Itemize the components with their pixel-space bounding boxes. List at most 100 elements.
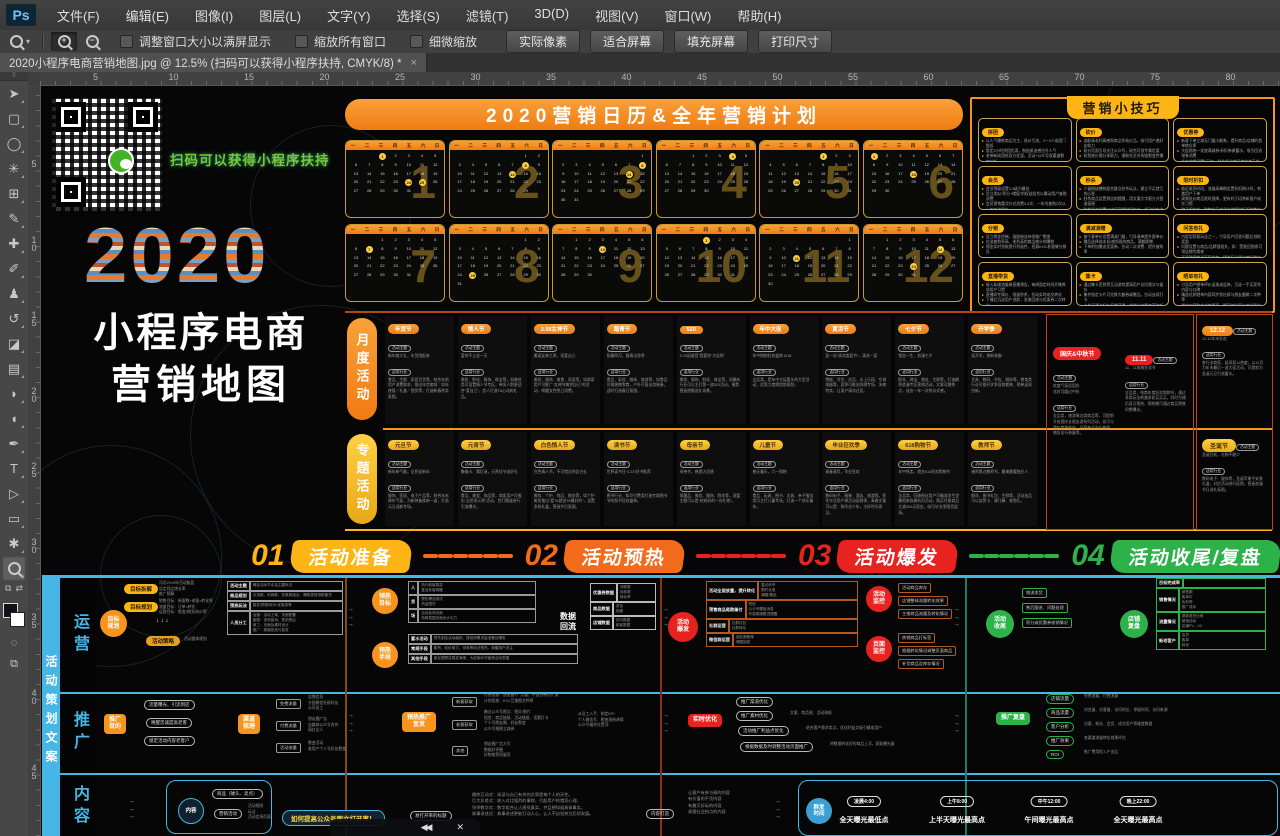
brush-tool[interactable]: ✐ — [2, 256, 26, 281]
bullet-text: 除了周年庆，购物节日也适合做限时折扣的集中推广引爆 — [1181, 208, 1263, 211]
menu-帮助(H)[interactable]: 帮助(H) — [724, 2, 794, 29]
ruler-number: 40 — [622, 72, 632, 82]
calendar-day: 24 — [727, 263, 739, 268]
calendar-day: 25 — [791, 272, 803, 277]
vertical-ruler[interactable]: 51 01 52 02 53 03 54 04 5 — [28, 85, 41, 836]
button-打印尺寸[interactable]: 打印尺寸 — [758, 30, 832, 53]
blur-tool[interactable]: ◗ — [2, 381, 26, 406]
calendar-day: 8 — [570, 246, 582, 251]
calendar-day: 3 — [454, 246, 466, 251]
calendar-day: 13 — [817, 255, 829, 260]
weekday-label: 六 — [732, 227, 737, 233]
healing-brush-tool[interactable]: ✚ — [2, 231, 26, 256]
zoom-in-button[interactable]: + — [51, 32, 77, 51]
clone-stamp-tool[interactable]: ♟ — [2, 281, 26, 306]
button-适合屏幕[interactable]: 适合屏幕 — [590, 30, 664, 53]
tab-close-icon[interactable]: × — [411, 57, 417, 69]
button-填充屏幕[interactable]: 填充屏幕 — [674, 30, 748, 53]
calendar-day: 23 — [584, 263, 596, 268]
bullet-icon: ▸ — [1177, 235, 1179, 245]
calendar-day: 7 — [506, 162, 518, 167]
zoom-tool-options-icon[interactable]: ▾ — [0, 35, 36, 48]
shape-tool[interactable]: ▭ — [2, 506, 26, 531]
calendar-day: 25 — [921, 263, 933, 268]
zoom-tool[interactable] — [2, 556, 26, 581]
calendar-day: 29 — [636, 188, 648, 193]
option-checkbox-细微缩放[interactable]: 细微缩放 — [410, 33, 477, 50]
theme-label: 活动主题 — [898, 461, 921, 468]
menu-窗口(W)[interactable]: 窗口(W) — [651, 2, 724, 29]
calendar-day: 24 — [454, 188, 466, 193]
background-color[interactable] — [10, 612, 25, 627]
menu-文件(F)[interactable]: 文件(F) — [44, 2, 113, 29]
theme-label: 活动主题 — [680, 345, 703, 352]
flow-node: 商品流量 — [1046, 708, 1074, 718]
calendar-day: 15 — [376, 171, 388, 176]
calendar-day: 15 — [844, 255, 856, 260]
path-select-tool[interactable]: ▷ — [2, 481, 26, 506]
taskbar-preview-bar[interactable]: ◀◀ ✕ — [330, 819, 480, 836]
hand-tool[interactable]: ✱ — [2, 531, 26, 556]
rewind-icon[interactable]: ◀◀ — [421, 822, 431, 833]
calendar-day: 16 — [557, 179, 569, 184]
calendar-month-2: 一二三四五六日212345678910111213141516171819202… — [449, 140, 549, 218]
swap-colors-icon[interactable]: ⇄ — [15, 583, 23, 594]
magic-wand-tool[interactable]: ✳ — [2, 156, 26, 181]
bullet-icon: ▸ — [1177, 245, 1179, 255]
history-brush-tool[interactable]: ↺ — [2, 306, 26, 331]
document-tab[interactable]: 2020小程序电商营销地图.jpg @ 12.5% (扫码可以获得小程序扶持, … — [0, 53, 427, 72]
horizontal-ruler[interactable]: 5101520253035404550556065707580 — [40, 72, 1280, 86]
calendar-month-3: 一二三四五六日312345678910111213141516171819202… — [552, 140, 652, 218]
menu-编辑(E)[interactable]: 编辑(E) — [113, 2, 182, 29]
crop-tool[interactable]: ⊞ — [2, 181, 26, 206]
panel-grip[interactable]: ⠿ — [0, 72, 28, 81]
gradient-tool[interactable]: ▤ — [2, 356, 26, 381]
calendar-day: 8 — [687, 162, 699, 167]
menu-文字(Y)[interactable]: 文字(Y) — [314, 2, 383, 29]
close-icon[interactable]: ✕ — [456, 822, 464, 833]
weekday-label: 三 — [586, 143, 591, 149]
weekday-label: 四 — [807, 227, 812, 233]
flow-node: 推广费用投入产出比 — [1084, 750, 1118, 756]
option-checkbox-缩放所有窗口[interactable]: 缩放所有窗口 — [295, 33, 386, 50]
weekday-label: 四 — [807, 143, 812, 149]
marquee-tool[interactable]: ▢ — [2, 106, 26, 131]
menu-图层(L)[interactable]: 图层(L) — [246, 2, 314, 29]
foreground-swap-icon[interactable]: ⧉ — [5, 583, 11, 594]
eyedropper-tool[interactable]: ✎ — [2, 206, 26, 231]
activity-card-踏青节: 踏青节活动主题阳春四月，踏青出游季适用行业食品、彩妆、服饰、旅游等，如食品可推便… — [604, 316, 673, 424]
eraser-tool[interactable]: ◪ — [2, 331, 26, 356]
quick-mask-icon[interactable]: ◌ — [11, 637, 18, 649]
weekday-label: 二 — [676, 143, 681, 149]
button-实际像素[interactable]: 实际像素 — [506, 30, 580, 53]
big-event-11.11: 11.11活动主题11、11购物狂欢节适用行业全品类，电商年度狂欢购物节，通过多… — [1125, 343, 1189, 413]
menu-选择(S)[interactable]: 选择(S) — [383, 2, 452, 29]
canvas[interactable]: 扫码可以获得小程序扶持 2020 小程序电商 营销地图 2020营销日历&全年营… — [0, 0, 1280, 836]
menu-3D(D)[interactable]: 3D(D) — [521, 2, 582, 29]
weekday-label: 五 — [821, 143, 826, 149]
calendar-day: 13 — [636, 246, 648, 251]
weekday-label: 五 — [925, 227, 930, 233]
color-swatches[interactable] — [2, 602, 26, 628]
tip-label: 问答有礼 — [1177, 224, 1209, 233]
menu-视图(V)[interactable]: 视图(V) — [582, 2, 651, 29]
table-body: 活动会场页面 特殊氛围页面设计引力 — [418, 609, 536, 623]
phase-number: 03 — [798, 539, 831, 573]
tip-card-砍价: 砍价▸选取高毛利高感知商品作砍价品，吸引用户邀好友助力▸砍价页面引导关注公众号，… — [1076, 118, 1170, 162]
screen-mode-icon[interactable]: ⧉ — [10, 658, 18, 671]
lasso-tool[interactable]: ◯ — [2, 131, 26, 156]
type-tool[interactable]: T — [2, 456, 26, 481]
flow-node: 各渠道流量转化效果评估 — [1084, 736, 1126, 742]
menu-图像(I)[interactable]: 图像(I) — [182, 2, 246, 29]
dodge-tool[interactable]: ◖ — [2, 406, 26, 431]
calendar-day: 12 — [921, 162, 933, 167]
pen-tool[interactable]: ✒ — [2, 431, 26, 456]
table-body: 运营：活动上架、页面配置 客服：咨询接待、售前售后 美工：页面及素材设计 推广：… — [250, 611, 343, 635]
option-checkbox-调整窗口大小以满屏显示[interactable]: 调整窗口大小以满屏显示 — [120, 33, 271, 50]
flow-node: 推广素材优化 — [736, 711, 773, 721]
industry-label: 适用行业 — [1202, 352, 1225, 359]
menu-滤镜(T)[interactable]: 滤镜(T) — [453, 2, 522, 29]
table-head: 优惠券数据 — [590, 583, 617, 602]
move-tool[interactable]: ➤ — [2, 81, 26, 106]
zoom-out-button[interactable]: − — [79, 32, 105, 51]
